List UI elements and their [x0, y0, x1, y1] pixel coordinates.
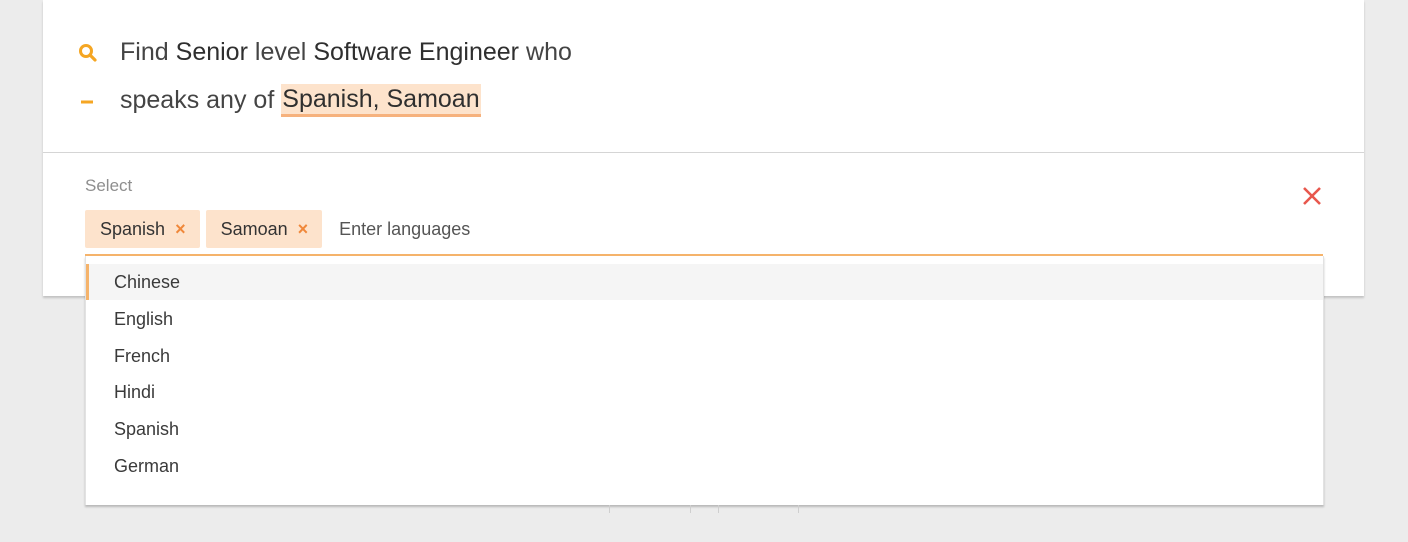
dropdown-option-spanish[interactable]: Spanish	[86, 411, 1323, 447]
background-divider	[690, 505, 691, 513]
dash-icon	[78, 91, 98, 111]
remove-tag-icon[interactable]: ×	[298, 219, 309, 240]
query-level-text: level	[254, 38, 307, 66]
close-icon[interactable]	[1300, 184, 1324, 208]
dropdown-option-english[interactable]: English	[86, 301, 1323, 337]
dropdown-option-german[interactable]: German	[86, 448, 1323, 484]
search-icon	[78, 43, 98, 63]
query-role-value[interactable]: Software Engineer	[313, 38, 519, 67]
background-divider	[718, 505, 719, 513]
languages-input[interactable]	[339, 218, 640, 240]
background-divider	[609, 505, 610, 513]
background-divider	[798, 505, 799, 513]
query-find-text: Find	[120, 38, 169, 66]
tag-samoan: Samoan ×	[205, 210, 323, 248]
query-speaks-text: speaks any of	[120, 86, 275, 114]
language-dropdown: Chinese English French Hindi Spanish Ger…	[85, 256, 1324, 505]
tag-spanish: Spanish ×	[85, 210, 200, 248]
remove-tag-icon[interactable]: ×	[175, 219, 186, 240]
tag-label: Samoan	[220, 218, 288, 239]
dropdown-option-hindi[interactable]: Hindi	[86, 374, 1323, 410]
divider	[43, 152, 1364, 153]
dropdown-option-french[interactable]: French	[86, 338, 1323, 374]
query-line-1: Find Senior level Software Engineer who	[78, 38, 572, 67]
dropdown-option-chinese[interactable]: Chinese	[86, 264, 1323, 300]
query-who-text: who	[526, 38, 572, 66]
tag-label: Spanish	[100, 218, 166, 239]
query-line-2: speaks any of Spanish, Samoan	[78, 84, 481, 117]
language-tag-input: Spanish × Samoan ×	[85, 210, 640, 248]
query-languages-value[interactable]: Spanish, Samoan	[281, 84, 481, 117]
select-label: Select	[85, 176, 133, 195]
query-level-value[interactable]: Senior	[176, 38, 248, 67]
